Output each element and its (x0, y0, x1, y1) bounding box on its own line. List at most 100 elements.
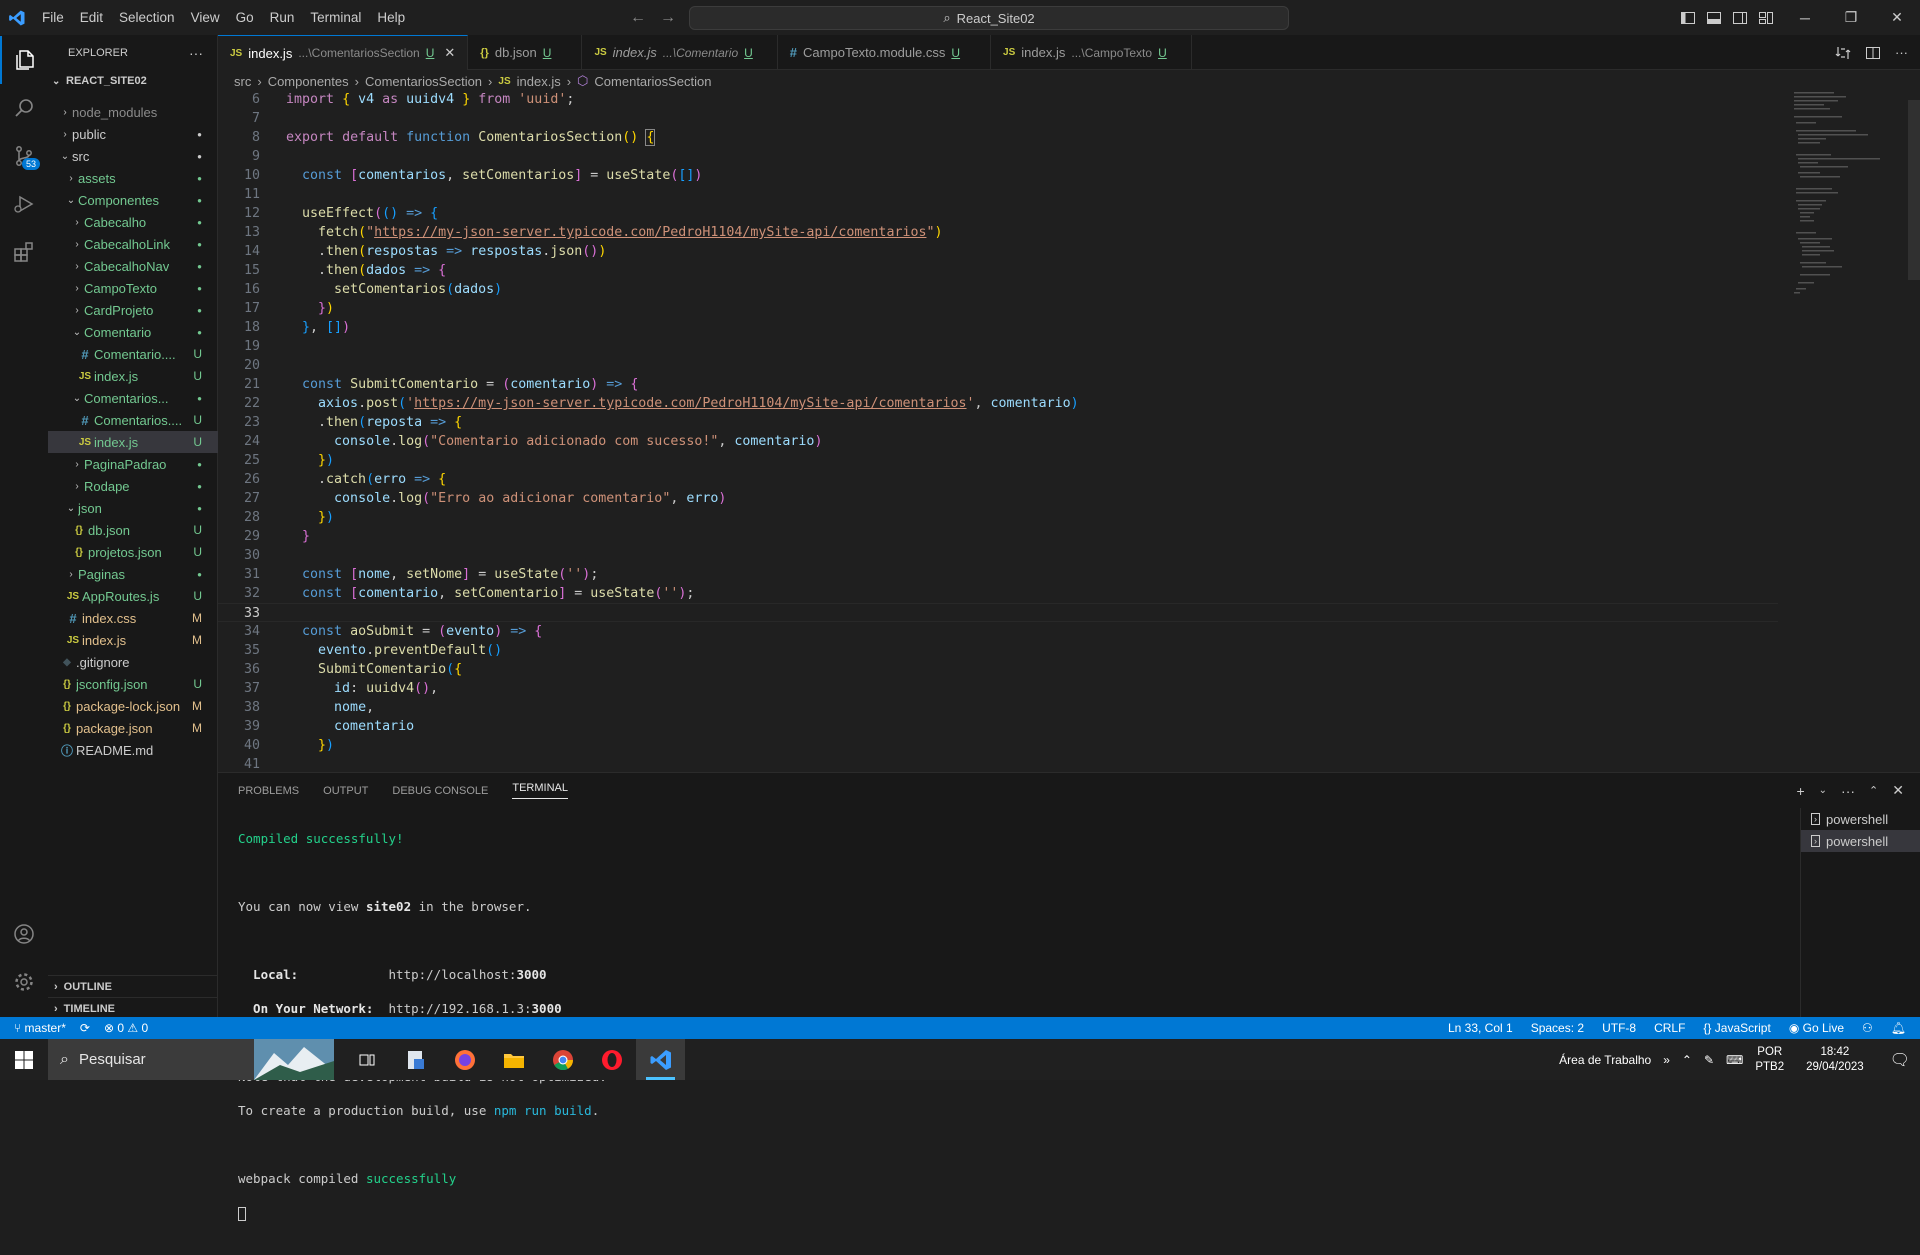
branch-indicator[interactable]: ⑂ master* (14, 1021, 66, 1035)
menu-help[interactable]: Help (369, 0, 413, 35)
problems-indicator[interactable]: ⊗ 0 ⚠ 0 (104, 1021, 148, 1035)
accounts-activity[interactable] (0, 910, 48, 958)
network-url[interactable]: http://192.168.1.3: (373, 1001, 532, 1016)
terminal-instance[interactable]: › powershell (1801, 830, 1920, 852)
desktop-toolbar-label[interactable]: Área de Trabalho (1559, 1053, 1651, 1067)
run-debug-activity[interactable] (0, 180, 48, 228)
tab-index-comentario[interactable]: JS index.js ...\Comentario U (582, 35, 778, 70)
notifications-bell-icon[interactable]: 🔔︎ (1891, 1021, 1906, 1035)
restore-icon[interactable]: ❐ (1828, 0, 1874, 35)
close-window-icon[interactable]: ✕ (1874, 0, 1920, 35)
input-language[interactable]: POR PTB2 (1755, 1045, 1784, 1075)
taskbar-chrome[interactable] (538, 1039, 587, 1080)
tree-folder[interactable]: › public ● (48, 123, 218, 145)
taskbar-vscode[interactable] (636, 1039, 685, 1080)
start-button[interactable] (0, 1039, 48, 1080)
split-editor-icon[interactable] (1865, 45, 1881, 61)
new-terminal-icon[interactable]: + (1796, 783, 1804, 799)
menu-run[interactable]: Run (262, 0, 303, 35)
editor-scrollbar[interactable] (1908, 100, 1920, 280)
tab-db-json[interactable]: {} db.json U (468, 35, 583, 70)
forward-arrow-icon[interactable]: → (660, 9, 676, 27)
tree-folder[interactable]: › CardProjeto ● (48, 299, 218, 321)
cursor-position[interactable]: Ln 33, Col 1 (1448, 1021, 1513, 1035)
feedback-icon[interactable]: ⚇ (1862, 1021, 1873, 1035)
breadcrumb-item[interactable]: ComentariosSection (365, 74, 482, 89)
taskbar-opera[interactable] (587, 1039, 636, 1080)
breadcrumb-item[interactable]: src (234, 74, 251, 89)
go-live-button[interactable]: ◉ Go Live (1789, 1021, 1844, 1035)
tree-folder[interactable]: ⌄ Comentarios... ● (48, 387, 218, 409)
chevron-down-icon[interactable]: ⌄ (1819, 785, 1827, 796)
tree-folder[interactable]: › PaginaPadrao ● (48, 453, 218, 475)
tree-file[interactable]: JS index.js U (48, 365, 218, 387)
extensions-activity[interactable] (0, 228, 48, 276)
tree-folder[interactable]: › CampoTexto ● (48, 277, 218, 299)
tree-file[interactable]: ◆ .gitignore (48, 651, 218, 673)
pen-icon[interactable]: ✎ (1704, 1053, 1714, 1067)
breadcrumb-item[interactable]: ComentariosSection (594, 74, 711, 89)
tab-problems[interactable]: PROBLEMS (238, 785, 299, 797)
tree-folder[interactable]: ⌄ Componentes ● (48, 189, 218, 211)
back-arrow-icon[interactable]: ← (630, 9, 646, 27)
encoding[interactable]: UTF-8 (1602, 1021, 1636, 1035)
clock[interactable]: 18:42 29/04/2023 (1806, 1045, 1864, 1075)
taskbar-file-explorer[interactable] (489, 1039, 538, 1080)
taskbar-file-app[interactable] (391, 1039, 440, 1080)
tab-terminal[interactable]: TERMINAL (512, 782, 568, 799)
timeline-section[interactable]: › TIMELINE (48, 997, 218, 1019)
tree-folder[interactable]: › Cabecalho ● (48, 211, 218, 233)
chevron-up-icon[interactable]: ⌃ (1682, 1053, 1692, 1067)
tree-folder[interactable]: ⌄ Comentario ● (48, 321, 218, 343)
taskbar-search[interactable]: ⌕ Pesquisar (48, 1039, 334, 1080)
terminal-instance[interactable]: › powershell (1801, 808, 1920, 830)
tree-file[interactable]: ⓘ README.md (48, 739, 218, 761)
tree-file[interactable]: JS AppRoutes.js U (48, 585, 218, 607)
maximize-panel-icon[interactable]: ⌃ (1869, 784, 1878, 797)
menu-file[interactable]: File (34, 0, 72, 35)
close-panel-icon[interactable]: ✕ (1892, 782, 1904, 799)
project-root[interactable]: ⌄ REACT_SITE02 (48, 70, 217, 92)
compare-changes-icon[interactable] (1835, 45, 1851, 61)
command-center-search[interactable]: ⌕ React_Site02 (689, 6, 1289, 30)
taskbar-firefox[interactable] (440, 1039, 489, 1080)
menu-view[interactable]: View (183, 0, 228, 35)
tree-file[interactable]: JS index.js U (48, 431, 218, 453)
tree-file[interactable]: JS index.js M (48, 629, 218, 651)
menu-edit[interactable]: Edit (72, 0, 111, 35)
menu-selection[interactable]: Selection (111, 0, 183, 35)
customize-layout-icon[interactable] (1758, 10, 1774, 26)
explorer-activity[interactable] (0, 36, 48, 84)
code-editor[interactable]: 6 import { v4 as uuidv4 } from 'uuid'; 7 … (218, 92, 1920, 772)
toggle-secondary-sidebar-icon[interactable] (1732, 10, 1748, 26)
minimap[interactable] (1792, 92, 1902, 772)
search-activity[interactable] (0, 84, 48, 132)
more-actions-icon[interactable]: ··· (189, 45, 203, 61)
tree-file[interactable]: {} package.json M (48, 717, 218, 739)
tree-file[interactable]: {} projetos.json U (48, 541, 218, 563)
menu-go[interactable]: Go (228, 0, 262, 35)
task-view-button[interactable] (342, 1039, 391, 1080)
tree-file[interactable]: # Comentarios.... U (48, 409, 218, 431)
tree-folder[interactable]: › node_modules (48, 101, 218, 123)
manage-activity[interactable] (0, 958, 48, 1006)
tree-folder[interactable]: › Rodape ● (48, 475, 218, 497)
tree-folder[interactable]: › Paginas ● (48, 563, 218, 585)
minimize-icon[interactable]: ─ (1782, 0, 1828, 35)
tree-file[interactable]: {} jsconfig.json U (48, 673, 218, 695)
keyboard-icon[interactable]: ⌨ (1726, 1053, 1743, 1067)
language-mode[interactable]: {} JavaScript (1703, 1021, 1770, 1035)
toggle-primary-sidebar-icon[interactable] (1680, 10, 1696, 26)
tree-file[interactable]: # Comentario.... U (48, 343, 218, 365)
tree-folder[interactable]: › CabecalhoLink ● (48, 233, 218, 255)
tab-index-comentariossection[interactable]: JS index.js ...\ComentariosSection U ✕ (218, 35, 469, 70)
outline-section[interactable]: › OUTLINE (48, 975, 218, 997)
breadcrumb-item[interactable]: Componentes (268, 74, 349, 89)
tree-file[interactable]: {} db.json U (48, 519, 218, 541)
more-actions-icon[interactable]: ··· (1895, 45, 1908, 60)
chevron-double-right-icon[interactable]: » (1663, 1053, 1670, 1067)
tree-file[interactable]: # index.css M (48, 607, 218, 629)
toggle-panel-icon[interactable] (1706, 10, 1722, 26)
notification-center-icon[interactable]: 🗨︎ (1890, 1050, 1910, 1070)
tree-folder[interactable]: › assets ● (48, 167, 218, 189)
